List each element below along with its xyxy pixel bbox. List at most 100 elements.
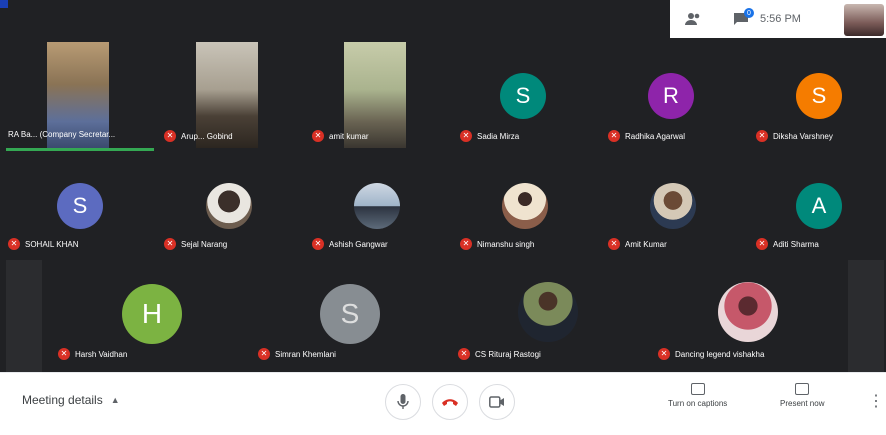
clock: 5:56 PM: [760, 13, 801, 25]
participant-name: Aditi Sharma: [773, 239, 819, 249]
participant-name: Dancing legend vishakha: [675, 349, 765, 359]
participant-photo: [518, 282, 578, 342]
participant-tile[interactable]: ✕ CS Rituraj Rastogi: [450, 260, 650, 372]
corner-mark: [0, 0, 8, 8]
side-panel-left: [6, 260, 42, 372]
participant-photo: [718, 282, 778, 342]
mic-off-icon: ✕: [312, 238, 324, 250]
participant-name-row: ✕ Aditi Sharma: [756, 238, 819, 250]
speaking-indicator: [6, 148, 154, 151]
participant-grid: RA Ba... (Company Secretar... ✕ Arup... …: [0, 0, 886, 372]
participant-tile[interactable]: ✕ Amit Kumar: [600, 152, 748, 260]
participant-tile[interactable]: ✕ Ashish Gangwar: [304, 152, 452, 260]
chat-badge: 0: [744, 8, 754, 18]
leave-call-button[interactable]: [432, 384, 468, 420]
participant-avatar: S: [57, 183, 103, 229]
participant-name: RA Ba... (Company Secretar...: [8, 130, 116, 139]
participant-name-row: ✕ Sejal Narang: [164, 238, 227, 250]
participant-name: Harsh Vaidhan: [75, 349, 128, 359]
participant-name: Sejal Narang: [181, 239, 228, 249]
participant-tile[interactable]: ✕ Nimanshu singh: [452, 152, 600, 260]
participant-tile[interactable]: ✕ Sejal Narang: [156, 152, 304, 260]
participant-tile[interactable]: S ✕ SOHAIL KHAN: [0, 152, 156, 260]
participant-name-row: ✕ Radhika Agarwal: [608, 130, 685, 142]
participant-avatar: S: [796, 73, 842, 119]
participant-name: amit kumar: [329, 131, 369, 141]
participant-name: Simran Khemlani: [275, 349, 336, 359]
participant-name-row: ✕ Nimanshu singh: [460, 238, 534, 250]
mic-off-icon: ✕: [58, 348, 70, 360]
participant-photo: [206, 183, 252, 229]
present-icon: [795, 383, 810, 395]
participant-tile[interactable]: S ✕ Diksha Varshney: [748, 40, 886, 152]
top-bar: 0 5:56 PM: [670, 0, 886, 38]
camera-button[interactable]: [479, 384, 515, 420]
participant-name-row: ✕ Sadia Mirza: [460, 130, 519, 142]
camera-icon: [489, 396, 504, 408]
participant-tile[interactable]: RA Ba... (Company Secretar...: [0, 40, 156, 152]
participant-name-row: ✕ amit kumar: [312, 130, 369, 142]
self-view[interactable]: [844, 4, 884, 36]
participant-avatar: S: [500, 73, 546, 119]
participant-name: Amit Kumar: [625, 239, 667, 249]
people-icon[interactable]: [682, 8, 704, 30]
participant-name-row: ✕ Harsh Vaidhan: [58, 348, 127, 360]
microphone-icon: [397, 394, 409, 409]
participant-name-row: ✕ Ashish Gangwar: [312, 238, 388, 250]
participant-name-row: ✕ CS Rituraj Rastogi: [458, 348, 541, 360]
participant-tile[interactable]: H ✕ Harsh Vaidhan: [50, 260, 250, 372]
participant-name-row: ✕ SOHAIL KHAN: [8, 238, 79, 250]
present-button[interactable]: Present now: [780, 383, 824, 408]
participant-avatar: A: [796, 183, 842, 229]
side-panel-right: [848, 260, 884, 372]
participant-tile[interactable]: ✕ Arup... Gobind: [156, 40, 304, 152]
participant-name: Sadia Mirza: [477, 131, 520, 141]
participant-name: SOHAIL KHAN: [25, 239, 79, 249]
participant-avatar: S: [320, 284, 380, 344]
participant-name-row: ✕ Arup... Gobind: [164, 130, 233, 142]
mic-off-icon: ✕: [258, 348, 270, 360]
participant-name: Radhika Agarwal: [625, 131, 686, 141]
mic-off-icon: ✕: [8, 238, 20, 250]
participant-tile[interactable]: R ✕ Radhika Agarwal: [600, 40, 748, 152]
participant-tile[interactable]: S ✕ Simran Khemlani: [250, 260, 450, 372]
mic-off-icon: ✕: [164, 238, 176, 250]
present-label: Present now: [780, 399, 825, 408]
meeting-details-label: Meeting details: [22, 393, 103, 407]
participant-tile[interactable]: ✕ amit kumar: [304, 40, 452, 152]
participant-name: Arup... Gobind: [181, 131, 233, 141]
participant-avatar: H: [122, 284, 182, 344]
mic-off-icon: ✕: [460, 238, 472, 250]
mic-off-icon: ✕: [460, 130, 472, 142]
participant-name-row: ✕ Amit Kumar: [608, 238, 667, 250]
participant-name-row: ✕ Dancing legend vishakha: [658, 348, 764, 360]
meeting-details-button[interactable]: Meeting details ▲: [22, 393, 120, 407]
participant-photo: [650, 183, 696, 229]
chat-icon[interactable]: 0: [730, 8, 754, 30]
captions-label: Turn on captions: [668, 399, 728, 408]
participant-name: CS Rituraj Rastogi: [475, 349, 541, 359]
mic-off-icon: ✕: [756, 130, 768, 142]
captions-button[interactable]: Turn on captions: [668, 383, 727, 408]
participant-tile[interactable]: S ✕ Sadia Mirza: [452, 40, 600, 152]
microphone-button[interactable]: [385, 384, 421, 420]
mic-off-icon: ✕: [608, 238, 620, 250]
participant-name: Diksha Varshney: [773, 131, 833, 141]
mic-off-icon: ✕: [756, 238, 768, 250]
participant-avatar: R: [648, 73, 694, 119]
bottom-bar: Meeting details ▲ Turn on captions Prese…: [0, 372, 886, 435]
participant-name: Nimanshu singh: [477, 239, 535, 249]
participant-name-row: ✕ Diksha Varshney: [756, 130, 833, 142]
participant-tile[interactable]: ✕ Dancing legend vishakha: [650, 260, 848, 372]
mic-off-icon: ✕: [458, 348, 470, 360]
participant-tile[interactable]: A ✕ Aditi Sharma: [748, 152, 886, 260]
participant-photo: [354, 183, 400, 229]
participant-photo: [502, 183, 548, 229]
more-options-icon[interactable]: ⋮: [868, 391, 884, 411]
mic-off-icon: ✕: [608, 130, 620, 142]
grid-row-3: H ✕ Harsh Vaidhan S ✕ Simran Khemlani ✕ …: [0, 260, 886, 372]
mic-off-icon: ✕: [312, 130, 324, 142]
grid-row-1: RA Ba... (Company Secretar... ✕ Arup... …: [0, 40, 886, 152]
chevron-up-icon: ▲: [110, 395, 120, 405]
participant-name: Ashish Gangwar: [329, 239, 388, 249]
